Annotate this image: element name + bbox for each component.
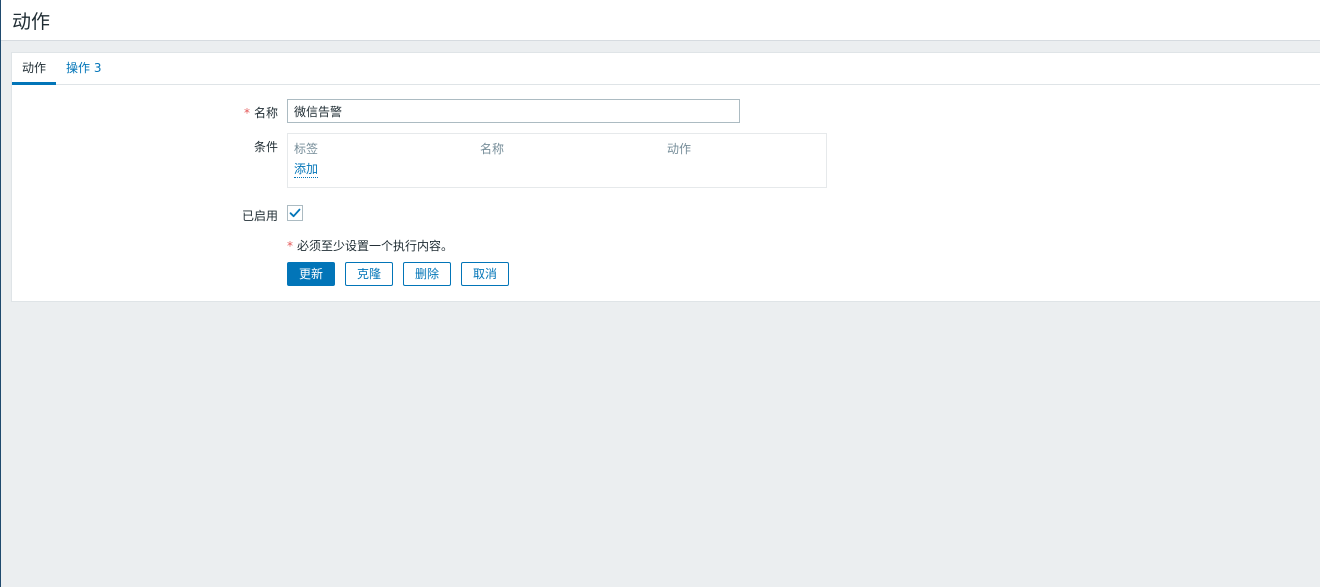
conditions-table: 标签 名称 动作 添加 [287, 133, 827, 188]
required-note: * 必须至少设置一个执行内容。 [287, 237, 453, 254]
conditions-label: 条件 [253, 140, 278, 154]
tab-bar: 动作 操作 3 [12, 53, 1320, 85]
action-form-panel: 动作 操作 3 *名称 条件 标签 名称 动作 添加 已启用 *必须至少设置一个… [11, 52, 1320, 302]
delete-button[interactable]: 删除 [403, 262, 451, 286]
name-input[interactable] [287, 99, 740, 123]
conditions-column-header: 标签 [294, 142, 319, 156]
checkmark-icon [289, 208, 301, 218]
name-label: * 名称 [198, 104, 278, 121]
tab-action[interactable]: 动作 [12, 53, 56, 85]
enabled-label: 已启用 [241, 209, 278, 223]
update-button[interactable]: 更新 [287, 262, 335, 286]
add-condition-link[interactable]: 添加 [294, 162, 319, 178]
required-note-text: 必须至少设置一个执行内容。 [297, 239, 454, 253]
page-title: 动作 [12, 11, 51, 33]
conditions-column-header: 动作 [667, 142, 692, 156]
required-marker: * [243, 106, 250, 120]
tab-operations[interactable]: 操作 3 [66, 53, 101, 85]
cancel-button[interactable]: 取消 [461, 262, 509, 286]
clone-button[interactable]: 克隆 [345, 262, 393, 286]
enabled-checkbox[interactable] [287, 205, 303, 221]
window-edge [0, 0, 1, 587]
conditions-column-header: 名称 [480, 142, 505, 156]
required-marker: * [287, 239, 293, 253]
page-header: 动作 [1, 0, 1320, 41]
name-label-text: 名称 [253, 106, 278, 120]
